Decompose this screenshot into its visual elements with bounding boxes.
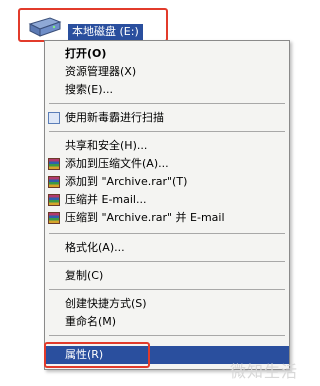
menu-separator [49,261,285,262]
menu-separator [49,233,285,234]
menu-item-create-shortcut[interactable]: 创建快捷方式(S) [45,295,289,313]
menu-item-add-to-rar[interactable]: 添加到 "Archive.rar"(T) [45,173,289,191]
menu-item-format[interactable]: 格式化(A)... [45,239,289,257]
menu-item-add-archive-label: 添加到压缩文件(A)... [65,157,169,170]
menu-item-scan-label: 使用新毒霸进行扫描 [65,111,164,124]
menu-item-compress-email[interactable]: 压缩并 E-mail... [45,191,289,209]
context-menu: 打开(O) 资源管理器(X) 搜索(E)... 使用新毒霸进行扫描 共享和安全(… [44,40,290,370]
menu-separator [49,289,285,290]
watermark: 微知生活 [229,362,298,381]
menu-item-compress-rar-email[interactable]: 压缩到 "Archive.rar" 并 E-mail [45,209,289,227]
winrar-icon [48,176,60,188]
menu-item-compress-email-label: 压缩并 E-mail... [65,193,147,206]
winrar-icon [48,158,60,170]
menu-separator [49,131,285,132]
menu-item-copy[interactable]: 复制(C) [45,267,289,285]
menu-item-add-archive[interactable]: 添加到压缩文件(A)... [45,155,289,173]
menu-item-rename[interactable]: 重命名(M) [45,313,289,331]
menu-separator [49,335,285,336]
menu-item-search[interactable]: 搜索(E)... [45,81,289,99]
menu-item-explorer[interactable]: 资源管理器(X) [45,63,289,81]
winrar-icon [48,194,60,206]
antivirus-check-icon [48,112,60,124]
annotation-box-drive [18,8,168,42]
menu-item-share[interactable]: 共享和安全(H)... [45,137,289,155]
annotation-box-properties [44,342,150,368]
menu-separator [49,103,285,104]
menu-item-add-to-rar-label: 添加到 "Archive.rar"(T) [65,175,188,188]
menu-item-open[interactable]: 打开(O) [45,45,289,63]
winrar-icon [48,212,60,224]
menu-item-scan[interactable]: 使用新毒霸进行扫描 [45,109,289,127]
menu-item-compress-rar-email-label: 压缩到 "Archive.rar" 并 E-mail [65,211,225,224]
